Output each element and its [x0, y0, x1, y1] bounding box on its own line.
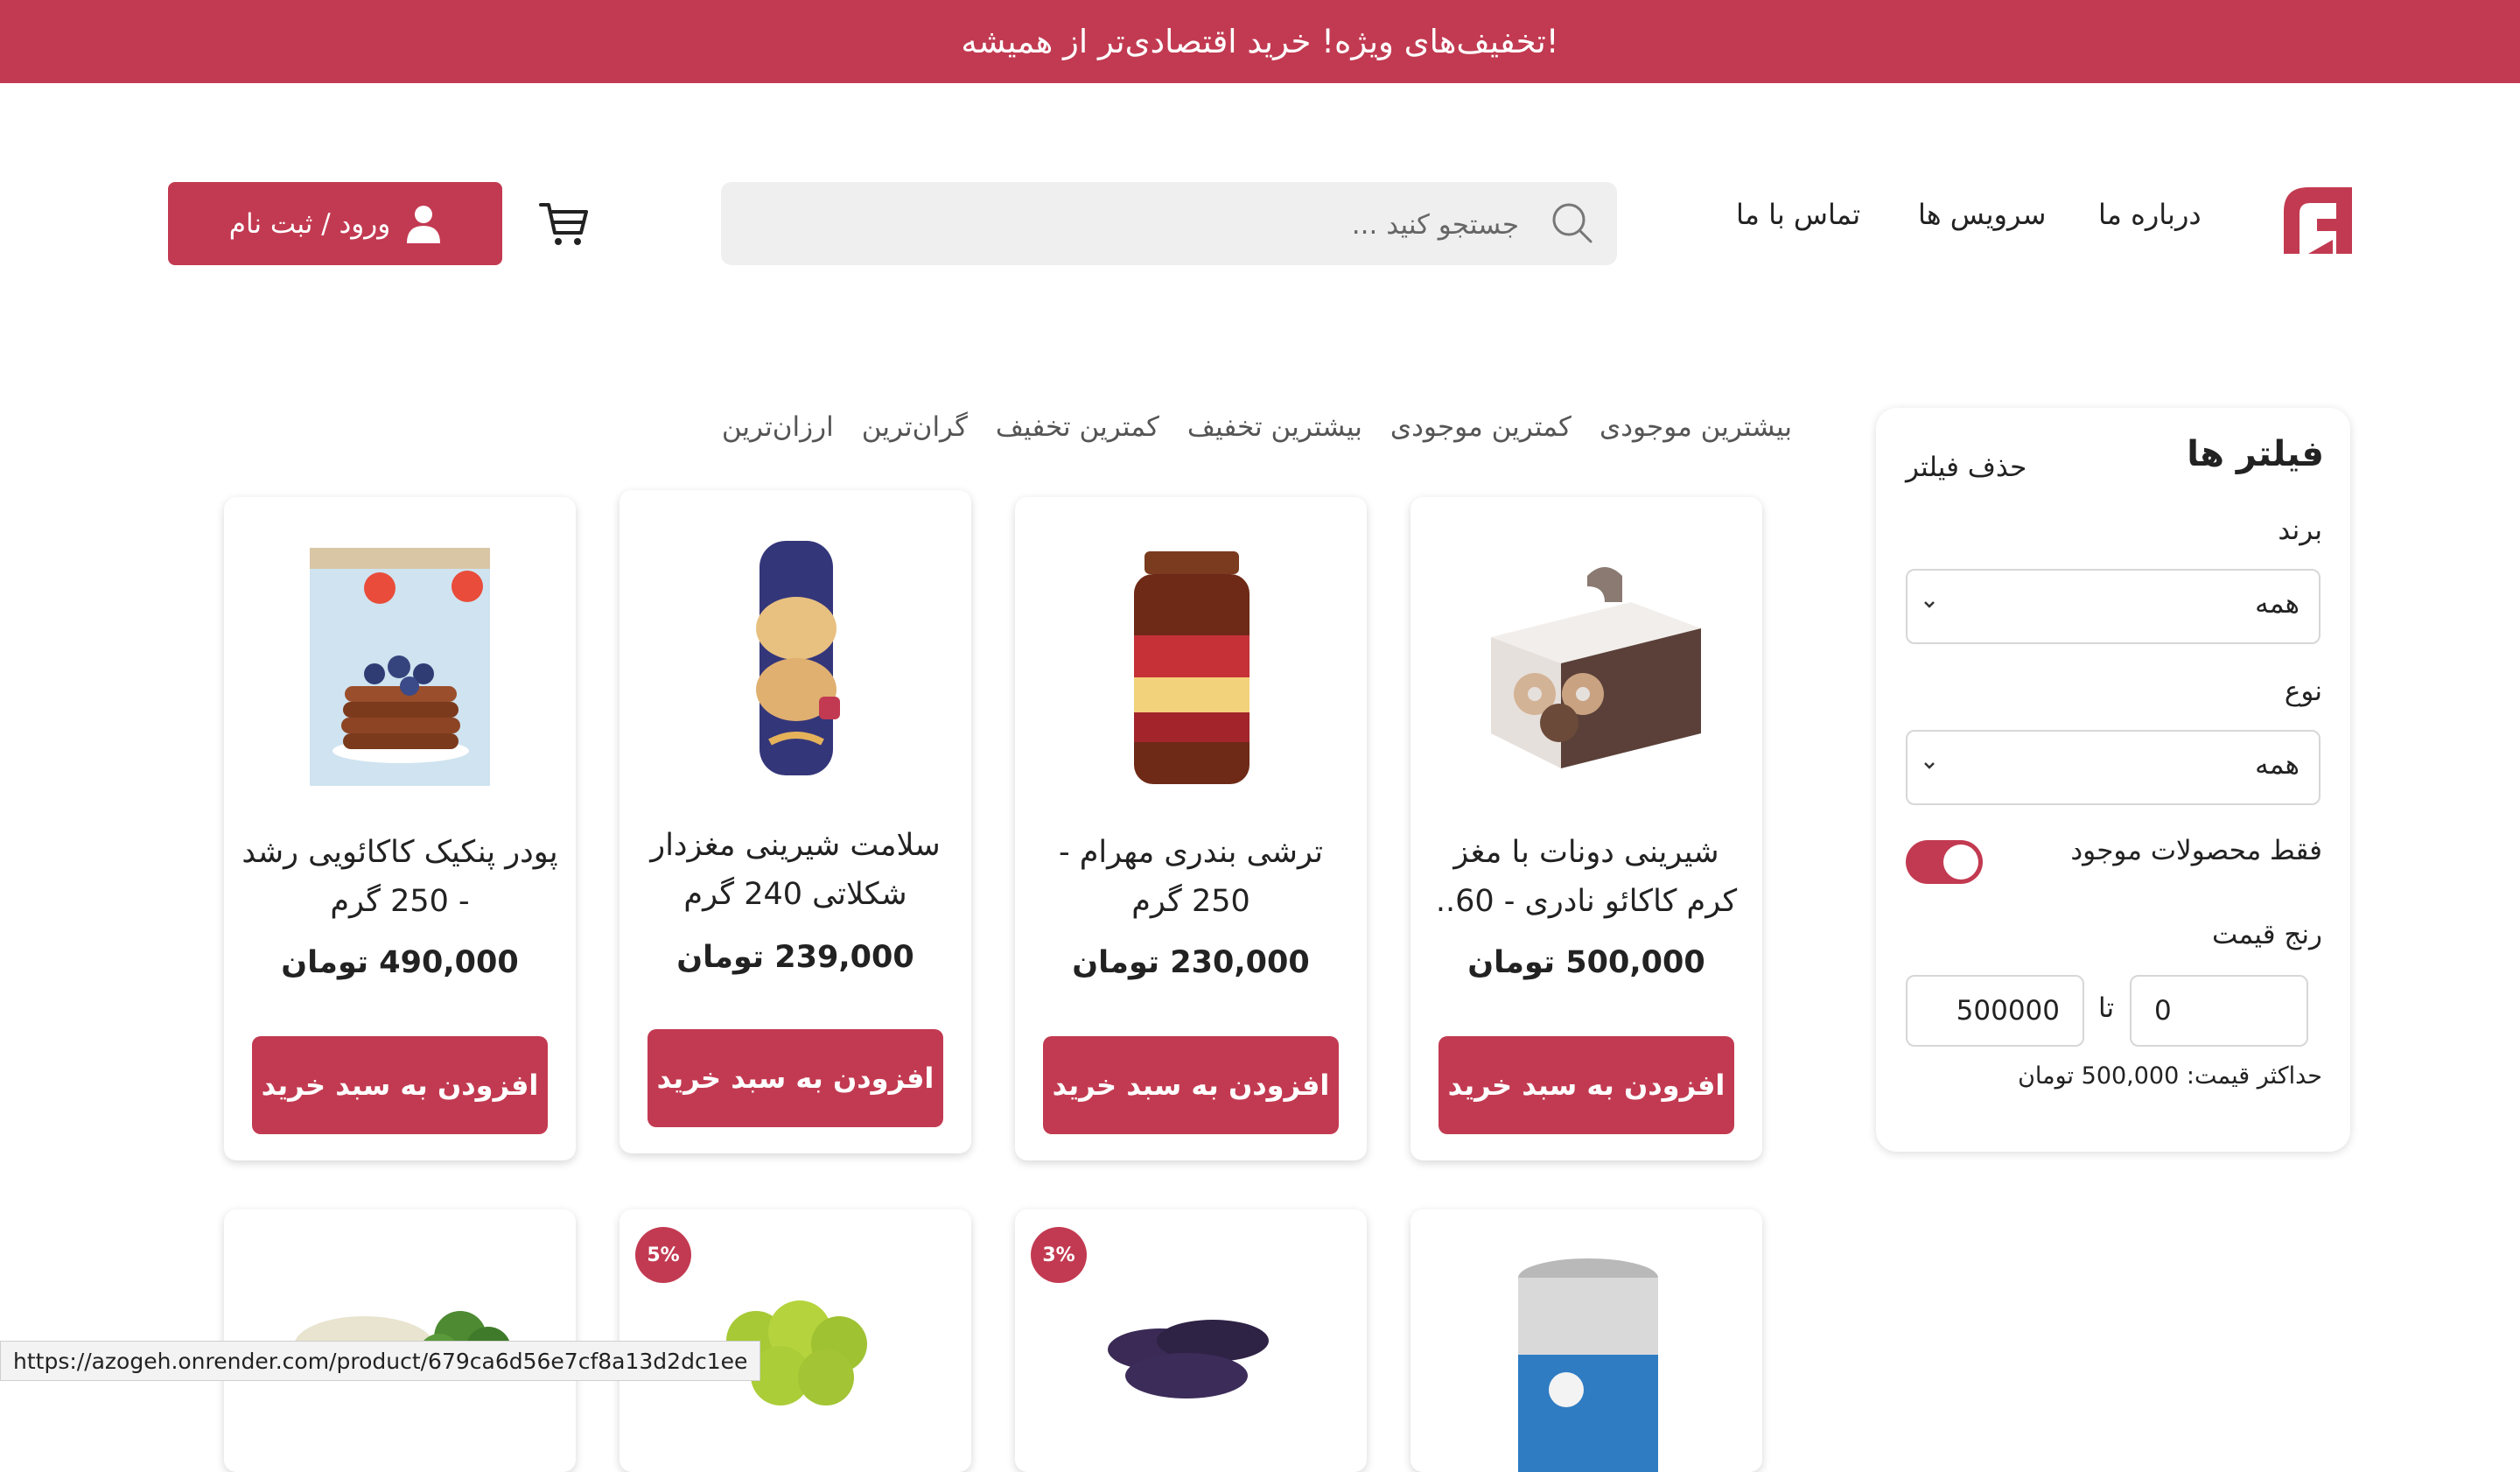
product-title[interactable]: پودر پنکیک کاکائویی رشد - 250 گرم [242, 828, 558, 926]
in-stock-label: فقط محصولات موجود [2070, 835, 2322, 866]
sort-most-expensive[interactable]: گران‌ترین [862, 411, 968, 446]
brand-select-value: همه [2255, 588, 2300, 620]
status-bar-url: https://azogeh.onrender.com/product/679c… [0, 1341, 761, 1381]
sort-least-stock[interactable]: کمترین موجودی [1390, 411, 1572, 446]
product-card[interactable]: شیرینی دونات با مغز کرم کاکائو نادری - 6… [1410, 497, 1762, 1160]
product-image [1518, 1258, 1658, 1472]
filter-title: فیلتر ها [2187, 434, 2324, 474]
product-image [1491, 567, 1701, 768]
promo-banner: تخفیف‌های ویژه! خرید اقتصادی‌تر از همیشه… [0, 0, 2520, 83]
search-input[interactable] [765, 182, 1521, 267]
add-to-cart-button[interactable]: افزودن به سبد خرید [648, 1029, 943, 1127]
nav-about[interactable]: درباره ما [2098, 198, 2202, 231]
price-range-label: رنج قیمت [2212, 919, 2322, 950]
price-to-label: تا [2098, 992, 2115, 1024]
clear-filters-link[interactable]: حذف فیلتر [1906, 452, 2026, 483]
brand-label: برند [2278, 515, 2322, 546]
sort-cheapest[interactable]: ارزان‌ترین [722, 411, 834, 446]
product-image [310, 548, 490, 786]
product-card[interactable]: پودر پنکیک کاکائویی رشد - 250 گرم 490,00… [224, 497, 576, 1160]
add-to-cart-button[interactable]: افزودن به سبد خرید [1043, 1036, 1339, 1134]
discount-badge: 5% [635, 1227, 691, 1283]
type-select[interactable]: همه [1906, 730, 2320, 805]
price-max-input[interactable] [1906, 975, 2084, 1047]
type-label: نوع [2284, 676, 2322, 707]
user-icon [407, 205, 441, 243]
max-price-note: حداکثر قیمت: 500,000 تومان [2018, 1062, 2322, 1090]
product-image [756, 541, 840, 775]
product-title[interactable]: سلامت شیرینی مغزدار شکلاتی 240 گرم [637, 821, 954, 919]
nav-services[interactable]: سرویس ها [1918, 198, 2046, 231]
promo-text: تخفیف‌های ویژه! خرید اقتصادی‌تر از همیشه… [961, 23, 1559, 60]
product-title[interactable]: شیرینی دونات با مغز کرم کاکائو نادری - 6… [1428, 828, 1745, 926]
price-min-input[interactable] [2130, 975, 2308, 1047]
product-price: 490,000 تومان [281, 945, 519, 980]
search-icon[interactable] [1549, 200, 1596, 247]
brand-select[interactable]: همه [1906, 569, 2320, 644]
product-image [294, 1311, 511, 1376]
toggle-knob [1943, 845, 1978, 880]
product-card[interactable]: ترشی بندری مهرام - 250 گرم 230,000 تومان… [1015, 497, 1367, 1160]
login-label: ورود / ثبت نام [228, 207, 391, 240]
product-image [1134, 551, 1250, 784]
sort-least-discount[interactable]: کمترین تخفیف [996, 411, 1159, 446]
add-to-cart-button[interactable]: افزودن به سبد خرید [252, 1036, 548, 1134]
filter-panel: فیلتر ها حذف فیلتر برند همه نوع همه فقط … [1876, 408, 2350, 1152]
discount-badge: 3% [1031, 1227, 1087, 1283]
sort-most-stock[interactable]: بیشترین موجودی [1600, 411, 1792, 446]
product-card[interactable]: سلامت شیرینی مغزدار شکلاتی 240 گرم 239,0… [620, 490, 971, 1153]
product-card[interactable] [1410, 1209, 1762, 1472]
brand-logo[interactable] [2282, 186, 2354, 256]
sort-options: بیشترین موجودی کمترین موجودی بیشترین تخف… [718, 411, 1792, 446]
product-price: 500,000 تومان [1467, 945, 1705, 980]
cart-icon[interactable] [537, 196, 590, 249]
chevron-down-icon [1924, 762, 1935, 769]
search-bar [721, 182, 1617, 267]
product-price: 239,000 تومان [676, 940, 914, 975]
product-card[interactable]: 3% [1015, 1209, 1367, 1472]
login-button[interactable]: ورود / ثبت نام [168, 182, 502, 265]
add-to-cart-button[interactable]: افزودن به سبد خرید [1438, 1036, 1734, 1134]
nav-contact[interactable]: تماس با ما [1736, 198, 1860, 231]
type-select-value: همه [2255, 749, 2300, 781]
product-image [1108, 1320, 1269, 1398]
in-stock-toggle[interactable] [1906, 840, 1983, 884]
chevron-down-icon [1924, 601, 1935, 608]
product-price: 230,000 تومان [1072, 945, 1310, 980]
product-title[interactable]: ترشی بندری مهرام - 250 گرم [1032, 828, 1349, 926]
sort-most-discount[interactable]: بیشترین تخفیف [1187, 411, 1362, 446]
